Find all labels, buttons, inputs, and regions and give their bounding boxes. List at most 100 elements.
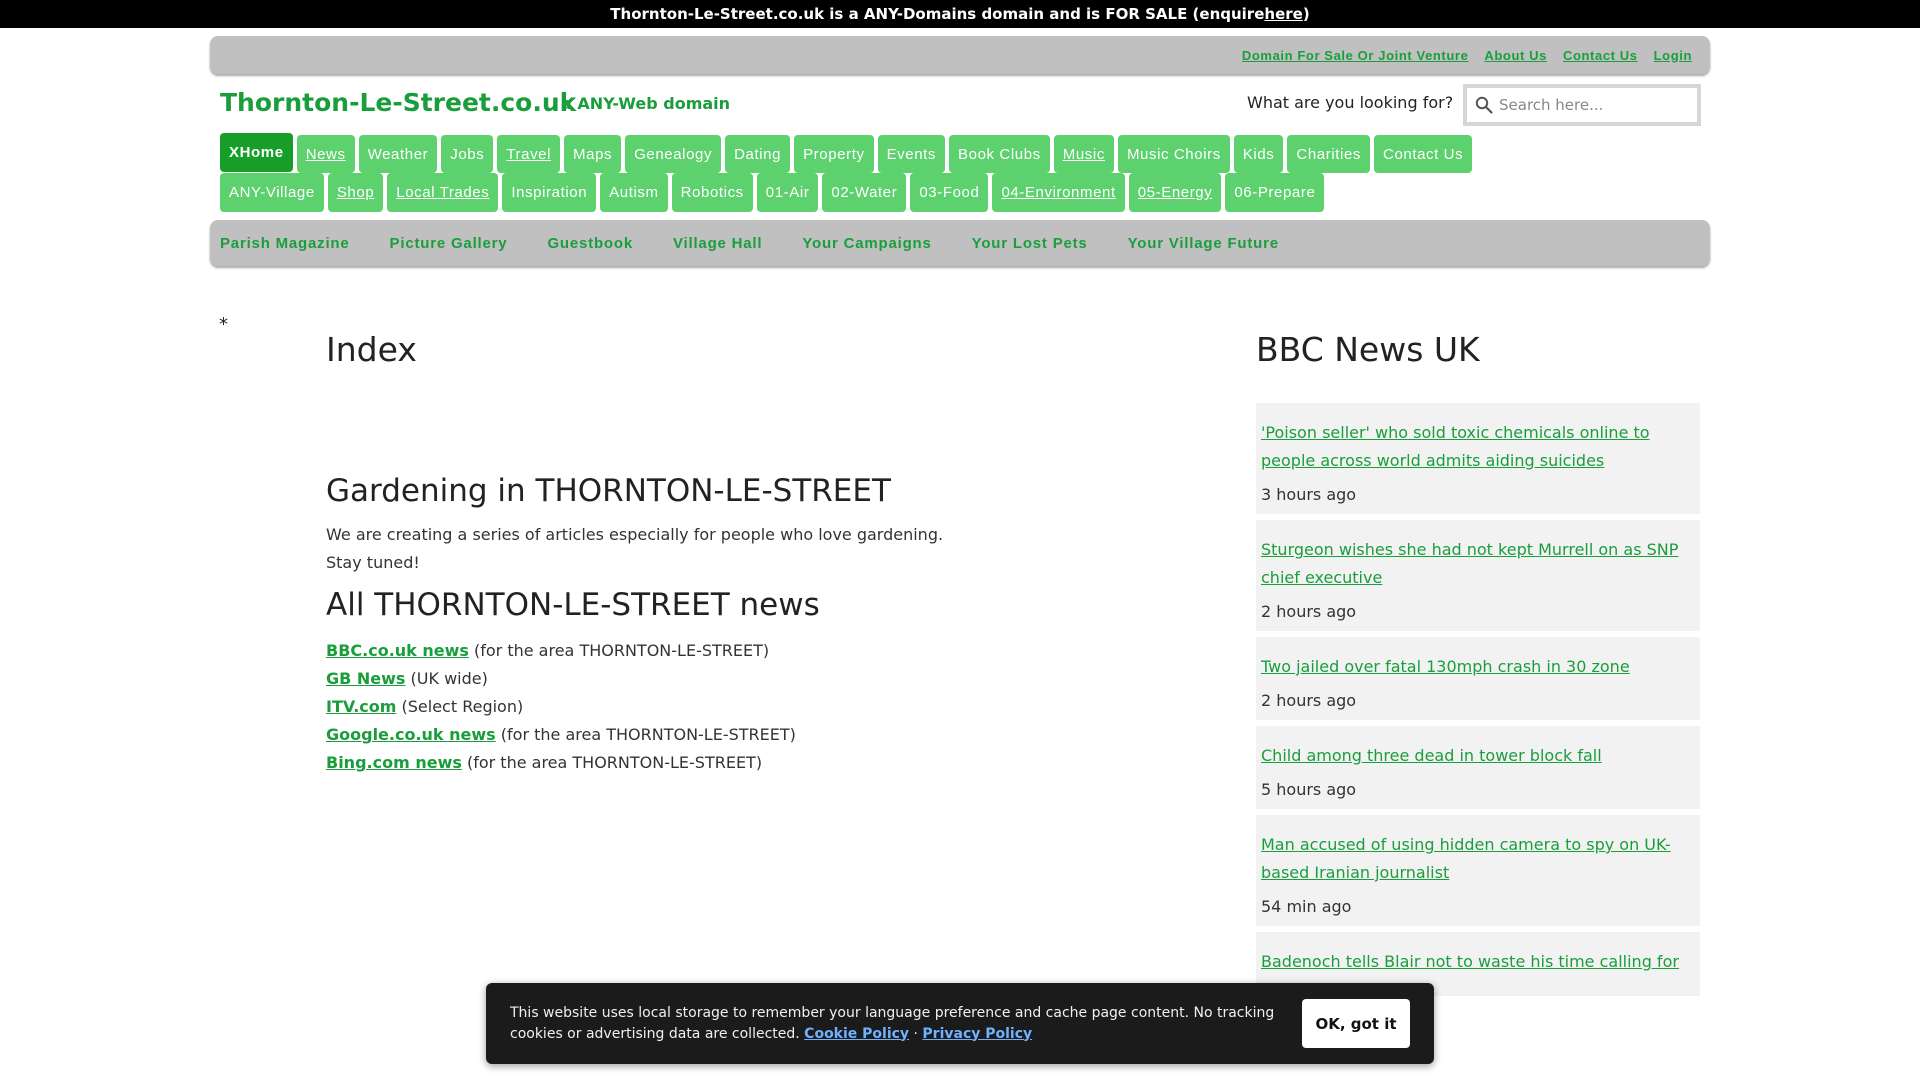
- nav-contact-us[interactable]: Contact Us: [1374, 135, 1473, 173]
- news-source-desc: (for the area THORNTON-LE-STREET): [468, 641, 770, 660]
- search-box[interactable]: [1463, 84, 1701, 126]
- news-source-link-bbc[interactable]: BBC.co.uk news: [326, 641, 469, 660]
- news-source-link-bing[interactable]: Bing.com news: [326, 753, 462, 772]
- nav-06-prepare[interactable]: 06-Prepare: [1225, 173, 1325, 212]
- cookie-separator: ·: [909, 1025, 923, 1042]
- privacy-policy-link[interactable]: Privacy Policy: [922, 1026, 1032, 1042]
- nav-inspiration[interactable]: Inspiration: [502, 173, 597, 212]
- cookie-accept-button[interactable]: OK, got it: [1302, 999, 1410, 1048]
- news-timestamp: 3 hours ago: [1261, 485, 1357, 504]
- utility-link-contact[interactable]: Contact Us: [1563, 48, 1638, 63]
- nav-autism[interactable]: Autism: [600, 173, 668, 212]
- nav-maps[interactable]: Maps: [564, 135, 622, 173]
- news-item: Two jailed over fatal 130mph crash in 30…: [1256, 637, 1700, 720]
- utility-link-domain-sale[interactable]: Domain For Sale Or Joint Venture: [1242, 48, 1469, 63]
- secnav-your-campaigns[interactable]: Your Campaigns: [802, 235, 931, 252]
- search-icon: [1475, 96, 1493, 114]
- sidebar-heading: BBC News UK: [1256, 330, 1480, 369]
- domain-sale-banner: Thornton-Le-Street.co.uk is a ANY-Domain…: [0, 0, 1920, 28]
- secnav-picture-gallery[interactable]: Picture Gallery: [390, 235, 508, 252]
- secondary-nav: Parish Magazine Picture Gallery Guestboo…: [210, 220, 1710, 266]
- news-timestamp: 54 min ago: [1261, 897, 1352, 916]
- secnav-your-village-future[interactable]: Your Village Future: [1128, 235, 1279, 252]
- news-source-desc: (Select Region): [396, 697, 524, 716]
- news-headline-link[interactable]: Badenoch tells Blair not to waste his ti…: [1261, 948, 1695, 976]
- news-headline-link[interactable]: Sturgeon wishes she had not kept Murrell…: [1261, 536, 1695, 592]
- news-source-row: Google.co.uk news (for the area THORNTON…: [326, 721, 1026, 749]
- gardening-heading: Gardening in THORNTON-LE-STREET: [326, 473, 891, 509]
- nav-charities[interactable]: Charities: [1287, 135, 1371, 173]
- nav-dating[interactable]: Dating: [725, 135, 791, 173]
- nav-music[interactable]: Music: [1053, 135, 1114, 173]
- utility-link-login[interactable]: Login: [1654, 48, 1692, 63]
- news-headline-link[interactable]: Child among three dead in tower block fa…: [1261, 742, 1695, 770]
- utility-link-about[interactable]: About Us: [1484, 48, 1547, 63]
- news-source-row: Bing.com news (for the area THORNTON-LE-…: [326, 749, 1026, 777]
- nav-property[interactable]: Property: [794, 135, 874, 173]
- news-source-row: ITV.com (Select Region): [326, 693, 1026, 721]
- nav-music-choirs[interactable]: Music Choirs: [1117, 135, 1230, 173]
- nav-robotics[interactable]: Robotics: [671, 173, 753, 212]
- news-source-list: BBC.co.uk news (for the area THORNTON-LE…: [326, 637, 1026, 777]
- news-source-link-gb-news[interactable]: GB News: [326, 669, 405, 688]
- main-nav-row-2: ANY-Village Shop Local Trades Inspiratio…: [220, 173, 1325, 212]
- news-timestamp: 2 hours ago: [1261, 691, 1357, 710]
- news-item: Sturgeon wishes she had not kept Murrell…: [1256, 520, 1700, 631]
- nav-any-village[interactable]: ANY-Village: [220, 173, 324, 212]
- banner-enquire-link[interactable]: here: [1264, 5, 1302, 23]
- nav-02-water[interactable]: 02-Water: [822, 173, 907, 212]
- secnav-village-hall[interactable]: Village Hall: [673, 235, 762, 252]
- news-timestamp: 5 hours ago: [1261, 780, 1357, 799]
- news-timestamp: 2 hours ago: [1261, 602, 1357, 621]
- news-item: Man accused of using hidden camera to sp…: [1256, 815, 1700, 926]
- cookie-consent-banner: This website uses local storage to remem…: [486, 983, 1434, 1064]
- news-item: 'Poison seller' who sold toxic chemicals…: [1256, 403, 1700, 514]
- asterisk-marker: *: [219, 314, 228, 335]
- banner-text: Thornton-Le-Street.co.uk is a ANY-Domain…: [610, 5, 1265, 23]
- banner-close-paren: ): [1302, 5, 1310, 23]
- nav-kids[interactable]: Kids: [1233, 135, 1284, 173]
- secnav-parish-magazine[interactable]: Parish Magazine: [220, 235, 350, 252]
- cookie-text-block: This website uses local storage to remem…: [510, 1003, 1300, 1045]
- sidebar-news-list: 'Poison seller' who sold toxic chemicals…: [1256, 403, 1700, 996]
- news-source-desc: (for the area THORNTON-LE-STREET): [495, 725, 796, 744]
- news-source-row: BBC.co.uk news (for the area THORNTON-LE…: [326, 637, 1026, 665]
- nav-events[interactable]: Events: [877, 135, 946, 173]
- news-heading: All THORNTON-LE-STREET news: [326, 587, 820, 623]
- utility-nav: Domain For Sale Or Joint Venture About U…: [210, 36, 1710, 74]
- site-tagline: a ANY-Web domain: [561, 94, 731, 113]
- search-label: What are you looking for?: [1247, 93, 1454, 112]
- main-nav-row-1: XHome News Weather Jobs Travel Maps Gene…: [220, 133, 1473, 173]
- index-heading: Index: [326, 330, 417, 369]
- nav-weather[interactable]: Weather: [358, 135, 438, 173]
- nav-local-trades[interactable]: Local Trades: [387, 173, 499, 212]
- nav-book-clubs[interactable]: Book Clubs: [949, 135, 1050, 173]
- main-content: Index Gardening in THORNTON-LE-STREET We…: [326, 330, 1026, 777]
- news-source-link-itv[interactable]: ITV.com: [326, 697, 396, 716]
- nav-xhome[interactable]: XHome: [220, 133, 293, 172]
- news-item: Child among three dead in tower block fa…: [1256, 726, 1700, 809]
- gardening-text: We are creating a series of articles esp…: [326, 525, 944, 572]
- nav-travel[interactable]: Travel: [497, 135, 561, 173]
- news-source-row: GB News (UK wide): [326, 665, 1026, 693]
- cookie-policy-link[interactable]: Cookie Policy: [804, 1026, 909, 1042]
- nav-genealogy[interactable]: Genealogy: [625, 135, 722, 173]
- nav-01-air[interactable]: 01-Air: [756, 173, 819, 212]
- search-input[interactable]: [1499, 96, 1689, 114]
- nav-news[interactable]: News: [296, 135, 355, 173]
- nav-03-food[interactable]: 03-Food: [910, 173, 989, 212]
- bbc-news-sidebar: BBC News UK 'Poison seller' who sold tox…: [1256, 330, 1700, 1002]
- news-headline-link[interactable]: Two jailed over fatal 130mph crash in 30…: [1261, 653, 1695, 681]
- news-headline-link[interactable]: 'Poison seller' who sold toxic chemicals…: [1261, 419, 1695, 475]
- site-title[interactable]: Thornton-Le-Street.co.uk: [220, 88, 576, 117]
- nav-05-energy[interactable]: 05-Energy: [1128, 173, 1222, 212]
- nav-04-environment[interactable]: 04-Environment: [992, 173, 1125, 212]
- secnav-your-lost-pets[interactable]: Your Lost Pets: [972, 235, 1088, 252]
- news-source-desc: (UK wide): [405, 669, 488, 688]
- secnav-guestbook[interactable]: Guestbook: [547, 235, 633, 252]
- nav-jobs[interactable]: Jobs: [441, 135, 494, 173]
- news-source-link-google[interactable]: Google.co.uk news: [326, 725, 496, 744]
- nav-shop[interactable]: Shop: [327, 173, 384, 212]
- news-source-desc: (for the area THORNTON-LE-STREET): [461, 753, 763, 772]
- news-headline-link[interactable]: Man accused of using hidden camera to sp…: [1261, 831, 1695, 887]
